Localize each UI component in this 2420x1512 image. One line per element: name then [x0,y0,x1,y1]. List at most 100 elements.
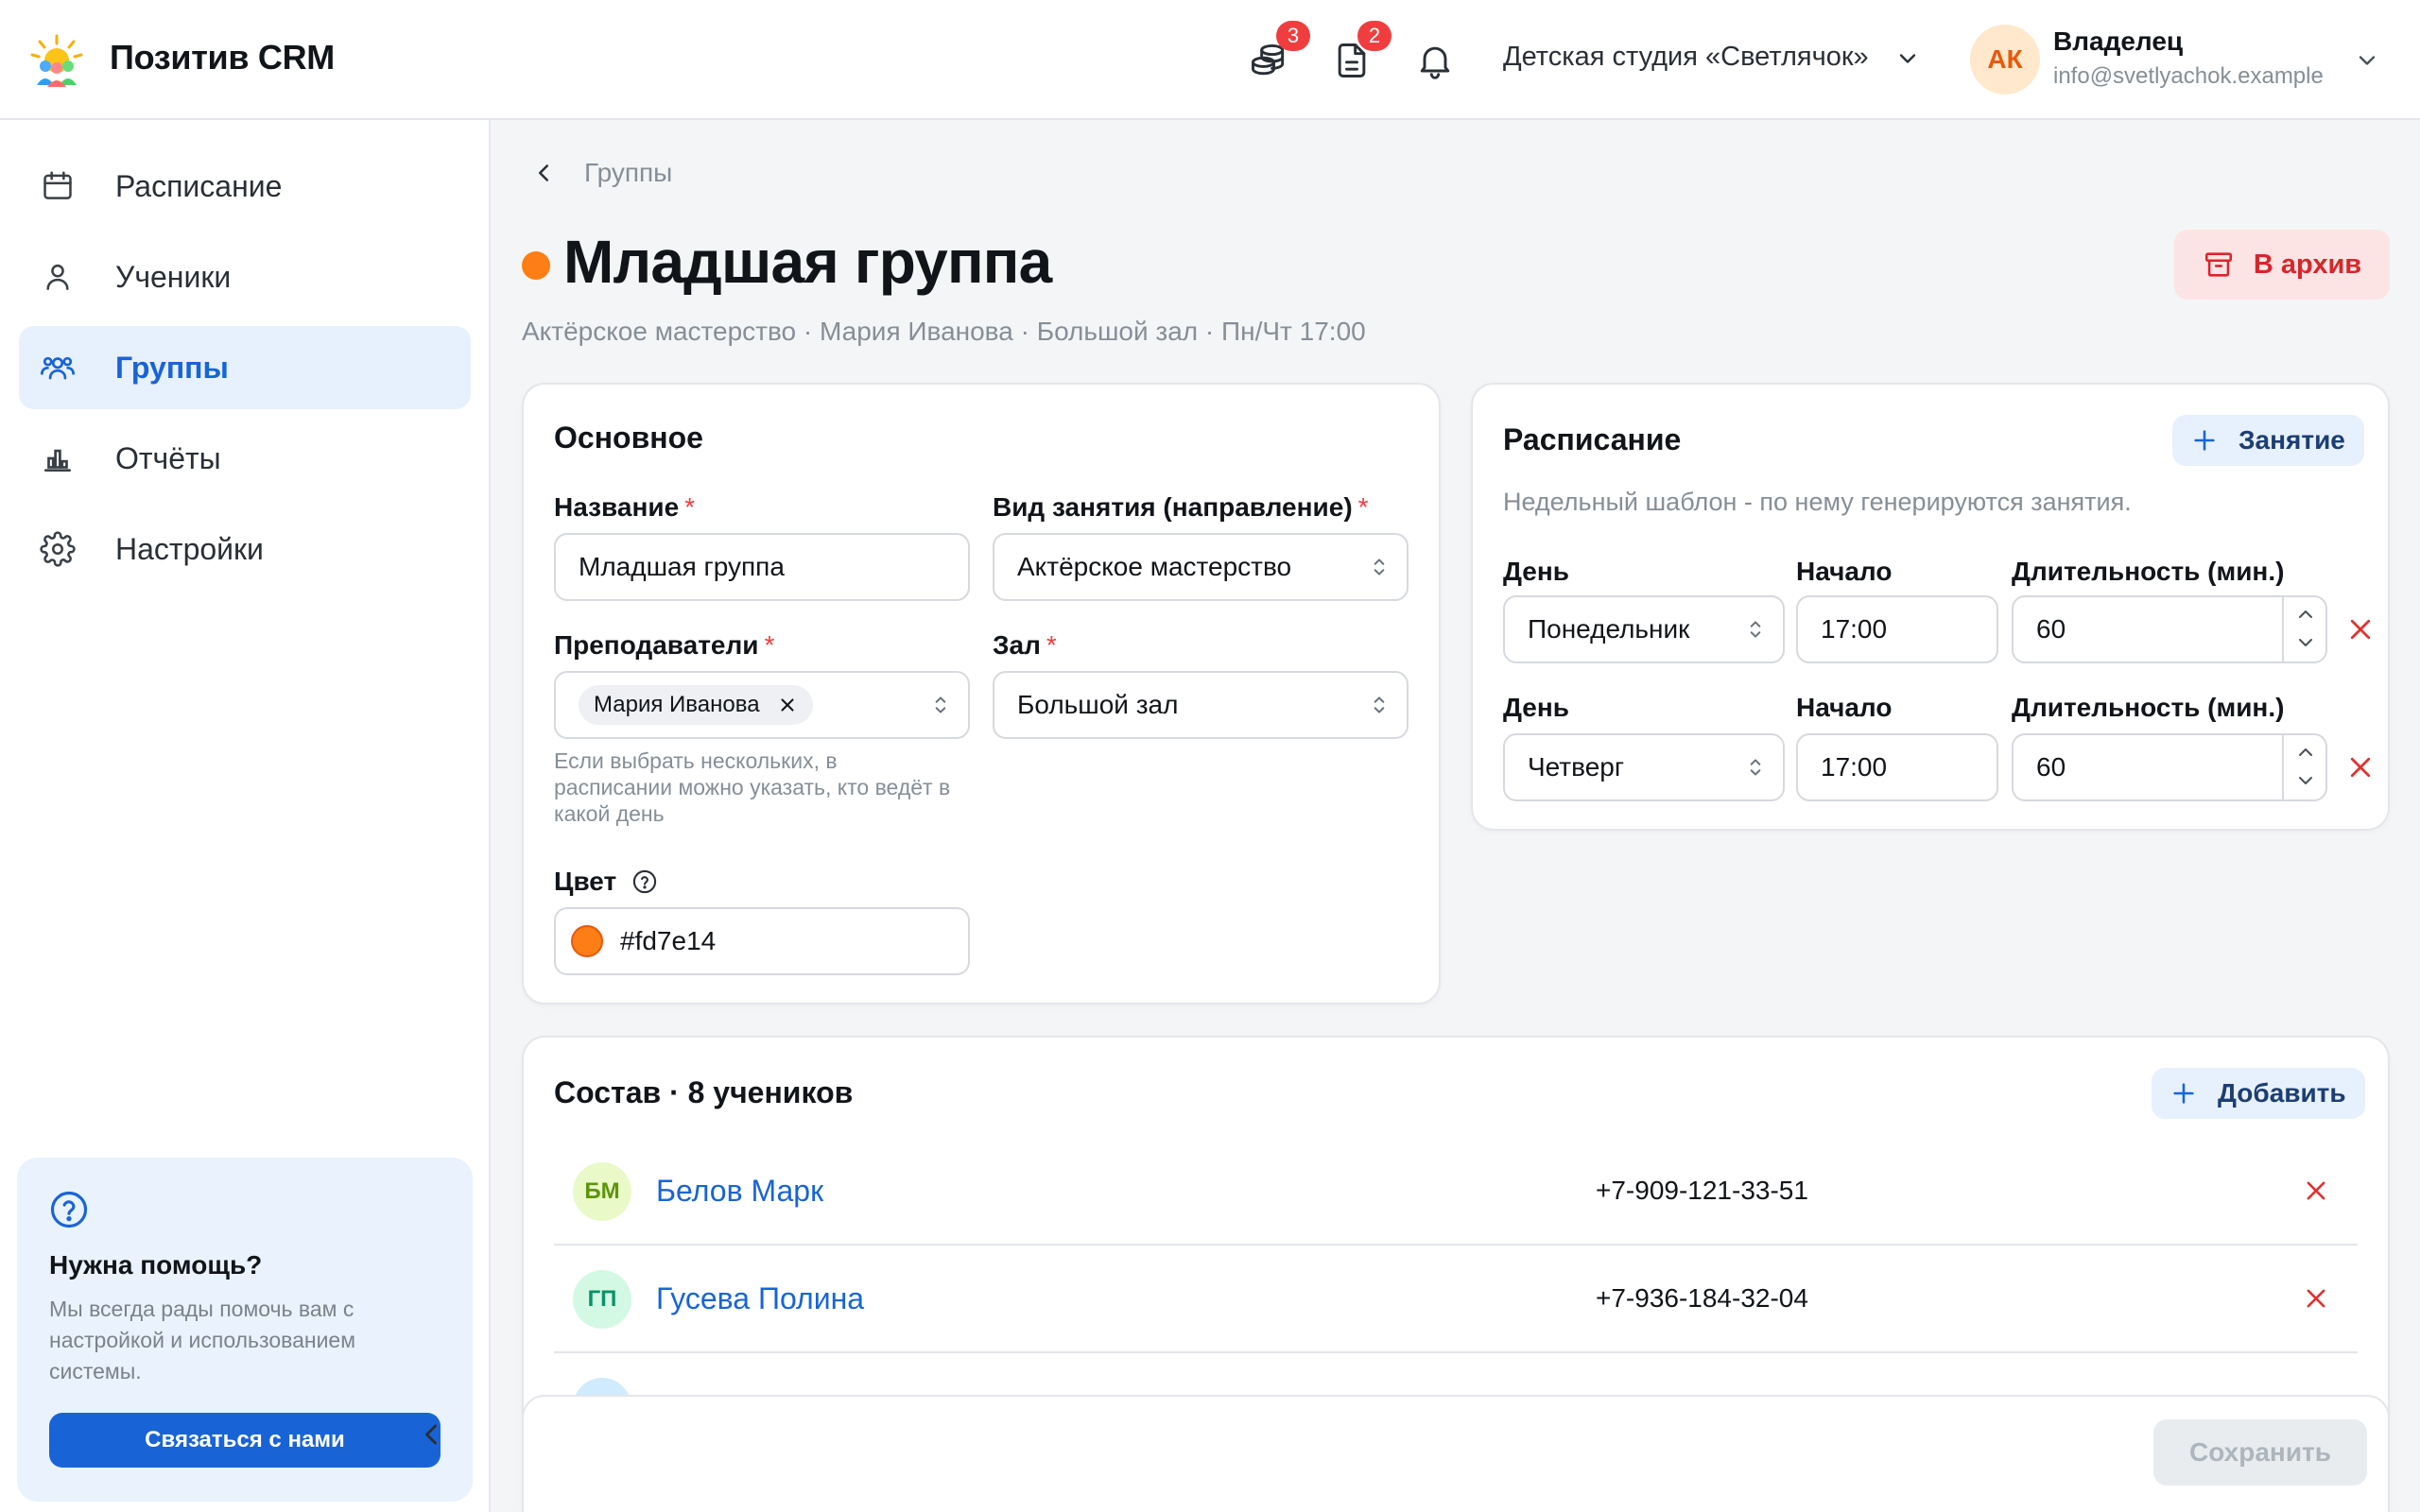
users-icon [41,356,75,380]
sidebar-item-label: Настройки [115,531,264,566]
start-time-value: 17:00 [1821,752,1888,782]
sidebar-item-schedule[interactable]: Расписание [19,145,471,228]
archive-icon [2204,252,2232,277]
members-card-title: Состав · 8 учеников [554,1075,854,1109]
table-row[interactable]: ГП Гусева Полина +7-936-184-32-04 [554,1246,2358,1353]
hall-field-label: Зал * [993,630,1057,661]
help-card: Нужна помощь? Мы всегда рады помочь вам … [17,1158,473,1502]
hall-select[interactable]: Большой зал [993,671,1409,739]
day-select[interactable]: Понедельник [1503,595,1785,663]
duration-input[interactable]: 60 [2012,733,2327,801]
remove-schedule-row-close-icon[interactable] [2346,753,2375,782]
collapse-sidebar-chevron-icon[interactable] [414,1418,448,1452]
day-value: Понедельник [1528,614,1690,644]
user-icon [46,264,69,290]
duration-label: Длительность (мин.) [2012,557,2285,586]
user-email: info@svetlyachok.example [2053,63,2324,89]
select-chevrons-icon [1374,696,1385,713]
color-field-label: Цвет [554,867,658,897]
required-asterisk: * [764,630,775,660]
chevron-up-icon[interactable] [2294,603,2317,626]
studio-selector[interactable]: Детская студия «Светлячок» [1503,42,1869,73]
duration-value: 60 [2036,614,2066,644]
duration-stepper[interactable] [2282,595,2325,663]
user-avatar[interactable]: АК [1970,25,2040,94]
close-icon[interactable] [777,695,798,715]
remove-schedule-row-close-icon[interactable] [2346,615,2375,644]
group-name-input[interactable]: Младшая группа [554,533,970,601]
teacher-chip: Мария Иванова [579,685,813,725]
schedule-card-title: Расписание [1503,422,1682,456]
duration-label: Длительность (мин.) [2012,693,2285,722]
duration-value: 60 [2036,752,2066,782]
avatar: ГП [573,1270,631,1329]
teachers-label-text: Преподаватели [554,630,759,660]
student-name-link[interactable]: Гусева Полина [656,1281,864,1316]
basic-info-card: Основное Название * Младшая группа Вид за… [522,383,1441,1005]
hall-value: Большой зал [1017,690,1179,719]
remove-student-close-icon[interactable] [2303,1177,2329,1204]
chevron-down-icon[interactable] [2294,769,2317,792]
user-role: Владелец [2053,26,2184,56]
hall-label-text: Зал [993,630,1041,660]
activity-type-select[interactable]: Актёрское мастерство [993,533,1409,601]
help-text: Мы всегда рады помочь вам с настройкой и… [49,1297,356,1383]
required-asterisk: * [1357,492,1369,522]
name-field-label: Название * [554,492,695,523]
sidebar-item-settings[interactable]: Настройки [19,507,471,591]
student-name-link[interactable]: Белов Марк [656,1174,823,1209]
start-label: Начало [1796,693,1893,722]
color-input[interactable]: #fd7e14 [554,907,970,975]
name-label-text: Название [554,492,680,522]
required-asterisk: * [684,492,696,522]
documents-badge: 2 [1357,21,1392,51]
chevron-left-icon[interactable] [529,159,558,187]
page-subtitle: Актёрское мастерство · Мария Иванова · Б… [522,317,1366,346]
type-label-text: Вид занятия (направление) [993,492,1353,522]
add-lesson-label: Занятие [2238,425,2345,455]
sidebar-item-label: Ученики [115,259,232,294]
activity-type-value: Актёрское мастерство [1017,552,1292,581]
select-chevrons-icon [1750,621,1761,638]
schedule-description: Недельный шаблон - по нему генерируются … [1503,488,2132,516]
chevron-down-icon[interactable] [2294,631,2317,654]
sidebar-item-students[interactable]: Ученики [19,235,471,318]
archive-button[interactable]: В архив [2174,230,2390,300]
question-circle-icon[interactable] [631,868,658,895]
start-time-input[interactable]: 17:00 [1796,595,1998,663]
teachers-hint: Если выбрать нескольких, в расписании мо… [554,748,951,826]
gear-icon [40,531,76,567]
top-header: Позитив CRM 3 2 Детская студия «Светлячо… [0,0,2420,120]
select-chevrons-icon [1750,759,1761,776]
start-time-input[interactable]: 17:00 [1796,733,1998,801]
avatar: БМ [573,1162,631,1221]
sidebar-item-label: Группы [115,350,229,385]
app-brand: Позитив CRM [110,38,335,77]
day-label: День [1503,693,1569,722]
chevron-down-icon[interactable] [1894,45,1921,72]
type-field-label: Вид занятия (направление) * [993,492,1369,523]
duration-stepper[interactable] [2282,733,2325,801]
chevron-up-icon[interactable] [2294,741,2317,764]
student-phone: +7-936-184-32-04 [1596,1283,1808,1313]
table-row[interactable]: БМ Белов Марк +7-909-121-33-51 [554,1138,2358,1246]
select-chevrons-icon [1374,558,1385,576]
add-lesson-button[interactable]: Занятие [2172,415,2364,466]
day-select[interactable]: Четверг [1503,733,1785,801]
sun-people-logo-icon [30,34,83,87]
sidebar-item-groups[interactable]: Группы [19,326,471,409]
color-swatch[interactable] [571,925,603,957]
notifications-button[interactable] [1414,40,1456,81]
contact-us-button[interactable]: Связаться с нами [49,1413,441,1468]
breadcrumb-groups-link[interactable]: Группы [584,158,672,188]
sidebar-item-reports[interactable]: Отчёты [19,417,471,500]
save-button[interactable]: Сохранить [2153,1419,2367,1486]
duration-input[interactable]: 60 [2012,595,2327,663]
remove-student-close-icon[interactable] [2303,1285,2329,1312]
user-menu-chevron-icon[interactable] [2354,47,2380,74]
bar-chart-icon [43,449,72,472]
breadcrumb[interactable]: Группы [529,154,672,192]
add-student-button[interactable]: Добавить [2152,1068,2365,1119]
teachers-field-label: Преподаватели * [554,630,774,661]
payments-badge: 3 [1276,21,1310,51]
